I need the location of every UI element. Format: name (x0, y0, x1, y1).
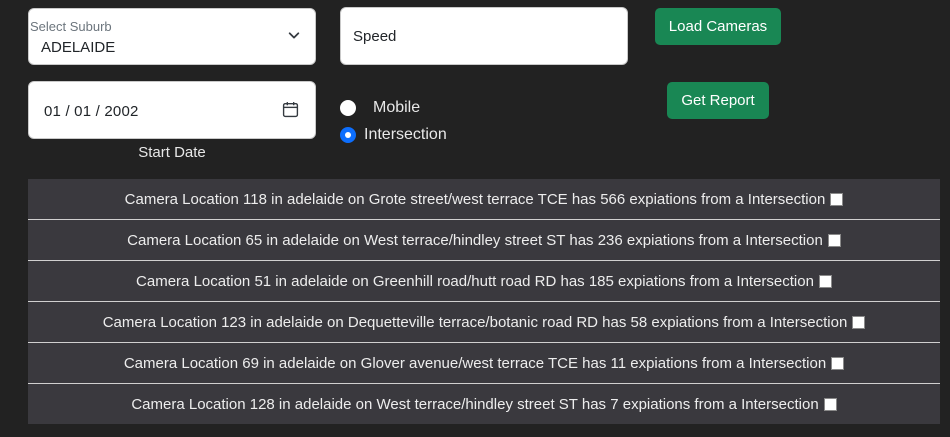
list-item: Camera Location 51 in adelaide on Greenh… (28, 261, 940, 302)
load-cameras-button[interactable]: Load Cameras (655, 8, 781, 45)
list-item-text: Camera Location 118 in adelaide on Grote… (124, 190, 826, 208)
list-item-checkbox[interactable] (852, 315, 866, 329)
list-item-text: Camera Location 123 in adelaide on Deque… (102, 313, 848, 331)
list-item-checkbox[interactable] (823, 397, 837, 411)
camera-results-list: Camera Location 118 in adelaide on Grote… (28, 179, 940, 424)
radio-mobile-label: Mobile (373, 99, 421, 116)
list-item: Camera Location 128 in adelaide on West … (28, 384, 940, 424)
camera-type-value: Speed (353, 27, 397, 45)
radio-mobile[interactable]: Mobile (340, 99, 420, 117)
list-item-text: Camera Location 65 in adelaide on West t… (127, 231, 823, 249)
radio-mobile-button[interactable] (340, 100, 356, 116)
chevron-down-icon (288, 32, 300, 39)
list-item: Camera Location 118 in adelaide on Grote… (28, 179, 940, 220)
list-item: Camera Location 69 in adelaide on Glover… (28, 343, 940, 384)
start-date-value: 01 / 01 / 2002 (44, 103, 139, 120)
radio-intersection-button[interactable] (340, 127, 356, 143)
camera-type-field[interactable]: Speed (340, 7, 628, 65)
suburb-select[interactable]: Select Suburb ADELAIDE (28, 8, 316, 65)
get-report-button[interactable]: Get Report (667, 82, 769, 119)
list-item-checkbox[interactable] (818, 274, 832, 288)
suburb-select-label: Select Suburb (30, 19, 112, 34)
suburb-select-value: ADELAIDE (41, 39, 116, 56)
list-item-checkbox[interactable] (831, 356, 845, 370)
radio-intersection[interactable]: Intersection (340, 126, 447, 144)
list-item-text: Camera Location 128 in adelaide on West … (131, 395, 819, 413)
start-date-input[interactable]: 01 / 01 / 2002 (28, 81, 316, 139)
list-item-text: Camera Location 69 in adelaide on Glover… (123, 354, 827, 372)
radio-intersection-label: Intersection (364, 126, 447, 143)
list-item: Camera Location 65 in adelaide on West t… (28, 220, 940, 261)
calendar-icon[interactable] (282, 101, 299, 118)
list-item-text: Camera Location 51 in adelaide on Greenh… (136, 272, 814, 290)
list-item-checkbox[interactable] (830, 192, 844, 206)
list-item-checkbox[interactable] (827, 233, 841, 247)
list-item: Camera Location 123 in adelaide on Deque… (28, 302, 940, 343)
start-date-label: Start Date (138, 144, 206, 161)
